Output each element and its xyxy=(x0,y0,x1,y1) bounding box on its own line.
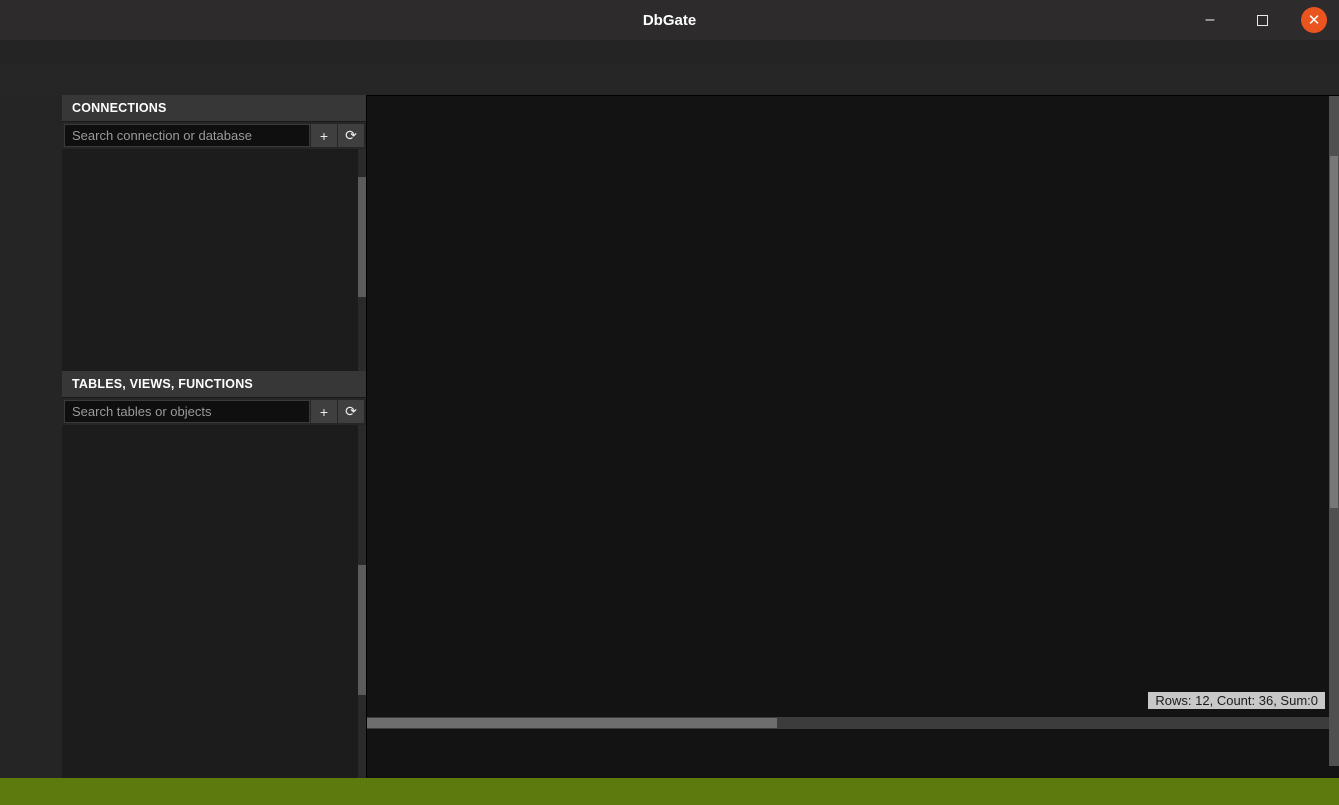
connections-list xyxy=(62,149,366,371)
grid-horizontal-scrollbar[interactable] xyxy=(367,717,1329,729)
tables-add-button[interactable]: + xyxy=(311,400,337,423)
sidebar-rail xyxy=(0,95,62,778)
connections-refresh-button[interactable]: ⟳ xyxy=(338,124,364,147)
connections-scrollbar[interactable] xyxy=(358,149,366,371)
selection-stats-tooltip: Rows: 12, Count: 36, Sum:0 xyxy=(1148,692,1325,709)
status-bar xyxy=(0,778,1339,805)
grid-vertical-scrollbar-thumb[interactable] xyxy=(1330,156,1338,508)
title-bar: DbGate – ✕ xyxy=(0,0,1339,40)
tables-search-row: + ⟳ xyxy=(62,398,366,425)
toolbar xyxy=(0,64,1339,95)
maximize-icon xyxy=(1257,15,1268,26)
grid-vertical-scrollbar[interactable] xyxy=(1329,96,1339,766)
tables-search-input[interactable] xyxy=(64,400,310,423)
connections-search-row: + ⟳ xyxy=(62,122,366,149)
dbgate-window: DbGate – ✕ CONNECTIONS + ⟳ TABLES, V xyxy=(0,0,1339,805)
grid-area: Rows: 12, Count: 36, Sum:0 xyxy=(367,95,1339,778)
connections-header: CONNECTIONS xyxy=(62,95,366,122)
tables-scrollbar-thumb[interactable] xyxy=(358,565,366,695)
main-area: CONNECTIONS + ⟳ TABLES, VIEWS, FUNCTIONS… xyxy=(0,95,1339,778)
grid-horizontal-scrollbar-thumb[interactable] xyxy=(367,718,777,728)
tables-refresh-button[interactable]: ⟳ xyxy=(338,400,364,423)
close-button[interactable]: ✕ xyxy=(1301,7,1327,33)
connections-search-input[interactable] xyxy=(64,124,310,147)
connections-add-button[interactable]: + xyxy=(311,124,337,147)
minimize-button[interactable]: – xyxy=(1197,7,1223,33)
tables-header: TABLES, VIEWS, FUNCTIONS xyxy=(62,371,366,398)
maximize-button[interactable] xyxy=(1249,7,1275,33)
connections-scrollbar-thumb[interactable] xyxy=(358,177,366,297)
menu-bar xyxy=(0,40,1339,64)
window-controls: – ✕ xyxy=(1197,0,1327,40)
toolbar-spacer xyxy=(0,64,1339,95)
tables-scrollbar[interactable] xyxy=(358,425,366,778)
window-title: DbGate xyxy=(643,12,696,29)
left-panel: CONNECTIONS + ⟳ TABLES, VIEWS, FUNCTIONS… xyxy=(62,95,367,778)
tables-list xyxy=(62,425,366,778)
data-grid: Rows: 12, Count: 36, Sum:0 xyxy=(367,96,1339,778)
